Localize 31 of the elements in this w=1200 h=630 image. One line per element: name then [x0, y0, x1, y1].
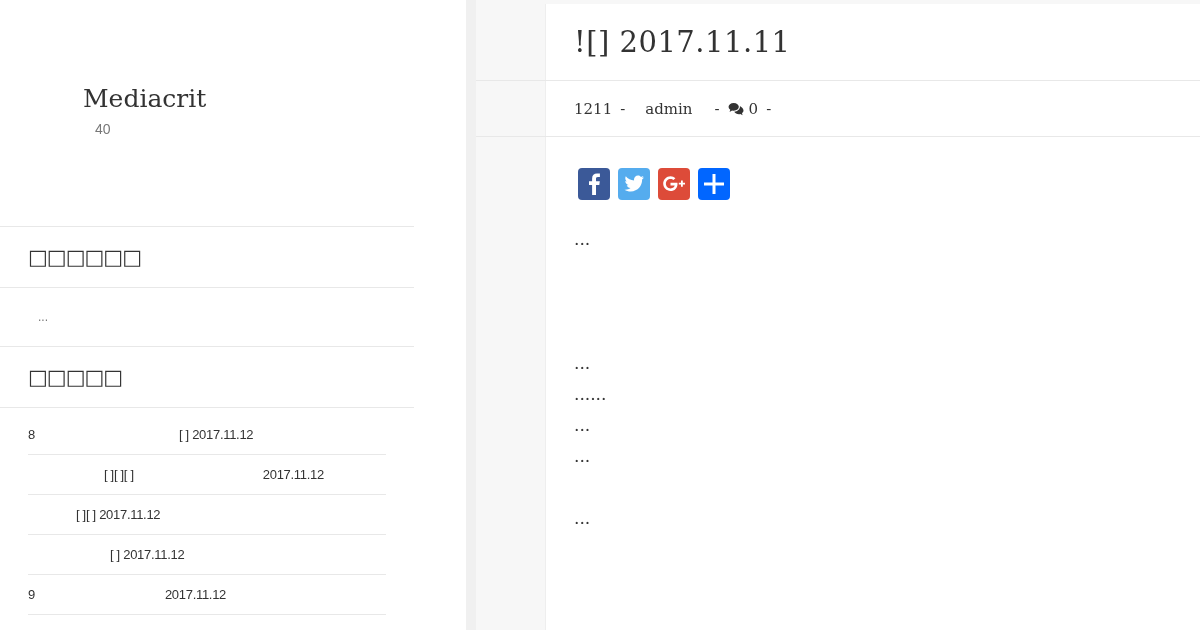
separator-dash: -	[714, 99, 720, 118]
post-link[interactable]: [ ][ ] 2017.11.12	[76, 507, 161, 522]
widget-text: ...	[37, 309, 49, 326]
post-link[interactable]: [ ] 2017.11.12	[178, 427, 254, 442]
post-title: ![] 2017.11.11	[574, 24, 792, 61]
paragraph-text: ...	[574, 414, 591, 437]
view-count: 1211	[574, 99, 613, 118]
plus-icon[interactable]	[698, 168, 730, 200]
separator-dash: -	[766, 99, 772, 118]
comments-icon	[727, 101, 745, 116]
paragraph-text: ...	[574, 352, 591, 375]
google-plus-icon[interactable]	[658, 168, 690, 200]
paragraph-text: ...	[574, 445, 591, 468]
site-title[interactable]: Mediacrit	[83, 84, 414, 114]
widget-title: □□□□□	[0, 347, 414, 408]
paragraph-text: ...	[574, 228, 591, 251]
site-tagline: 40	[95, 121, 112, 137]
post-link[interactable]: [ ][ ][ ]	[104, 467, 134, 482]
author-link[interactable]: admin	[645, 99, 693, 118]
post-link[interactable]: 2017.11.12	[164, 587, 227, 602]
paragraph-text: ...	[574, 507, 591, 530]
comment-count: 0	[748, 99, 759, 118]
separator-dash: -	[620, 99, 626, 118]
paragraph-text: ......	[574, 383, 607, 406]
post-link[interactable]: 2017.11.12	[262, 467, 324, 482]
widget-title: □□□□□□	[0, 227, 414, 288]
post-link[interactable]: [ ] 2017.11.12	[110, 547, 185, 562]
facebook-icon[interactable]	[578, 168, 610, 200]
bird-icon[interactable]	[618, 168, 650, 200]
post-link[interactable]: 8	[28, 427, 35, 442]
post-link[interactable]: 9	[28, 587, 35, 602]
